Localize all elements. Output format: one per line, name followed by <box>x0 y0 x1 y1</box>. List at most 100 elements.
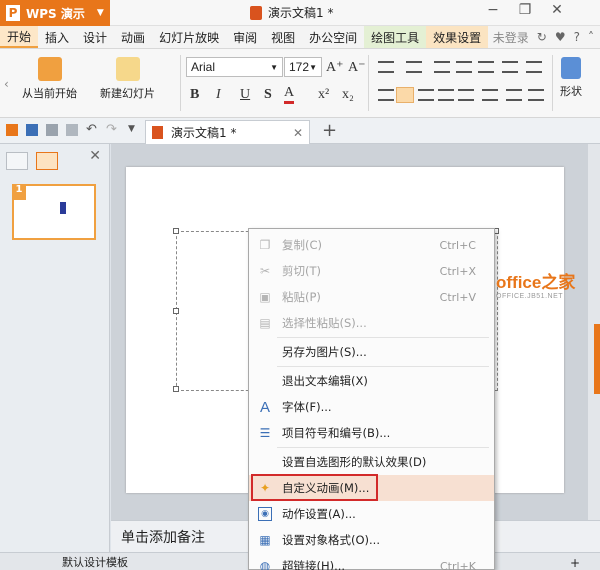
wps-small-logo-icon[interactable] <box>6 124 18 136</box>
smart-art-icon[interactable] <box>528 89 544 101</box>
menu-item-label: 复制(C) <box>282 238 323 252</box>
menu-item-action-settings[interactable]: ◉ 动作设置(A)... <box>249 501 494 527</box>
menu-slideshow[interactable]: 幻灯片放映 <box>152 26 226 48</box>
menu-bar: 开始 插入 设计 动画 幻灯片放映 审阅 视图 办公空间 绘图工具 效果设置 未… <box>0 26 600 49</box>
scrollbar-accent <box>594 324 600 394</box>
menu-item-paste-special[interactable]: ▤ 选择性粘贴(S)... <box>249 310 494 336</box>
slides-panel: ✕ 1 <box>0 144 110 552</box>
outline-tab[interactable] <box>6 152 28 170</box>
numbered-list-icon[interactable] <box>406 61 422 73</box>
close-tab-icon[interactable]: ✕ <box>293 126 303 140</box>
distributed-icon[interactable] <box>458 89 474 101</box>
align-right-icon[interactable] <box>418 89 434 101</box>
menu-home[interactable]: 开始 <box>0 26 39 48</box>
menu-drawing-tools[interactable]: 绘图工具 <box>364 26 427 48</box>
resize-handle[interactable] <box>173 308 179 314</box>
menu-effect-settings[interactable]: 效果设置 <box>426 26 489 48</box>
hyperlink-icon: ◍ <box>259 559 271 570</box>
title-bar: P WPS 演示 ▼ 演示文稿1 * − ❐ ✕ <box>0 0 600 26</box>
play-from-current-label: 从当前开始 <box>22 87 77 100</box>
menu-office-space[interactable]: 办公空间 <box>302 26 364 48</box>
subscript-button[interactable]: x₂ <box>342 87 354 103</box>
presentation-file-icon <box>250 5 262 20</box>
menu-review[interactable]: 审阅 <box>226 26 264 48</box>
align-center-icon[interactable] <box>396 87 414 103</box>
font-color-button[interactable]: A <box>284 85 295 104</box>
font-size-select[interactable]: 172 ▼ <box>284 57 322 77</box>
menu-insert[interactable]: 插入 <box>38 26 76 48</box>
decrease-indent-icon[interactable] <box>434 61 450 73</box>
slides-tab[interactable] <box>36 152 58 170</box>
shape-label: 形状 <box>560 85 582 98</box>
menu-item-font[interactable]: A 字体(F)... <box>249 394 494 420</box>
menu-item-save-as-picture[interactable]: 另存为图片(S)... <box>249 339 494 365</box>
help-icon[interactable]: ? <box>574 30 580 44</box>
paragraph-spacing-icon[interactable] <box>478 61 494 73</box>
menu-item-paste[interactable]: ▣ 粘贴(P) Ctrl+V <box>249 284 494 310</box>
tab-document-label: 演示文稿1 * <box>171 126 237 140</box>
save-icon[interactable] <box>26 124 38 136</box>
menu-item-label: 动作设置(A)... <box>282 507 356 521</box>
close-window-button[interactable]: ✕ <box>544 2 570 22</box>
columns-icon[interactable] <box>502 61 518 73</box>
menu-animation[interactable]: 动画 <box>114 26 152 48</box>
skin-icon[interactable]: ♥ <box>555 30 566 44</box>
print-icon[interactable] <box>46 124 58 136</box>
ribbon-divider <box>368 55 369 111</box>
collapse-ribbon-icon[interactable]: ˄ <box>588 30 594 44</box>
text-align-vertical-icon[interactable] <box>506 89 522 101</box>
menu-item-bullets-numbering[interactable]: ☰ 项目符号和编号(B)... <box>249 420 494 446</box>
menu-item-label: 剪切(T) <box>282 264 321 278</box>
increase-indent-icon[interactable] <box>456 61 472 73</box>
new-tab-icon[interactable]: + <box>322 120 337 141</box>
menu-item-default-shape-effect[interactable]: 设置自选图形的默认效果(D) <box>249 449 494 475</box>
zoom-in-button[interactable]: + <box>570 556 580 570</box>
bold-button[interactable]: B <box>190 87 199 103</box>
ribbon-divider <box>180 55 181 111</box>
bullets-list-icon[interactable] <box>378 61 394 73</box>
menu-item-label: 设置自选图形的默认效果(D) <box>282 455 427 469</box>
menu-item-format-object[interactable]: ▦ 设置对象格式(O)... <box>249 527 494 553</box>
superscript-button[interactable]: x² <box>318 87 329 103</box>
underline-button[interactable]: U <box>240 87 250 103</box>
shape-button[interactable]: 形状 <box>560 57 582 99</box>
play-from-current-button[interactable]: 从当前开始 <box>22 57 77 101</box>
menu-item-cut[interactable]: ✂ 剪切(T) Ctrl+X <box>249 258 494 284</box>
resize-handle[interactable] <box>173 386 179 392</box>
menu-item-shortcut: Ctrl+C <box>439 238 476 252</box>
font-name-select[interactable]: Arial ▼ <box>186 57 283 77</box>
menu-item-hyperlink[interactable]: ◍ 超链接(H)... Ctrl+K <box>249 553 494 570</box>
login-link[interactable]: 未登录 <box>493 29 529 46</box>
undo-icon[interactable]: ↶ <box>86 122 97 137</box>
action-settings-icon: ◉ <box>258 507 272 521</box>
text-direction-icon[interactable] <box>526 61 542 73</box>
new-slide-button[interactable]: 新建幻灯片 <box>100 57 155 101</box>
shrink-font-icon[interactable]: A⁻ <box>348 59 366 76</box>
app-menu-button[interactable]: P WPS 演示 ▼ <box>0 0 110 26</box>
tab-document[interactable]: 演示文稿1 * ✕ <box>145 120 310 144</box>
menu-design[interactable]: 设计 <box>76 26 114 48</box>
new-slide-icon <box>115 57 140 81</box>
menu-item-copy[interactable]: ❐ 复制(C) Ctrl+C <box>249 232 494 258</box>
quick-access-dropdown-icon[interactable]: ▼ <box>128 124 135 134</box>
menu-item-label: 字体(F)... <box>282 400 332 414</box>
maximize-button[interactable]: ❐ <box>512 2 538 22</box>
menu-view[interactable]: 视图 <box>264 26 302 48</box>
minimize-button[interactable]: − <box>480 2 506 22</box>
chevron-down-icon: ▼ <box>96 8 104 18</box>
print-preview-icon[interactable] <box>66 124 78 136</box>
line-spacing-icon[interactable] <box>482 89 498 101</box>
resize-handle[interactable] <box>173 228 179 234</box>
redo-icon[interactable]: ↷ <box>106 122 117 137</box>
ribbon-scroll-left-icon[interactable]: ‹ <box>4 77 9 91</box>
menu-item-label: 设置对象格式(O)... <box>282 533 380 547</box>
grow-font-icon[interactable]: A⁺ <box>326 59 344 76</box>
refresh-icon[interactable]: ↻ <box>537 30 547 44</box>
italic-button[interactable]: I <box>216 87 221 103</box>
justify-icon[interactable] <box>438 89 454 101</box>
close-panel-icon[interactable]: ✕ <box>89 148 101 164</box>
menu-item-exit-text-edit[interactable]: 退出文本编辑(X) <box>249 368 494 394</box>
shadow-button[interactable]: S <box>264 87 272 103</box>
menu-right-area: 未登录 ↻ ♥ ? ˄ <box>493 26 600 48</box>
align-left-icon[interactable] <box>378 89 394 101</box>
